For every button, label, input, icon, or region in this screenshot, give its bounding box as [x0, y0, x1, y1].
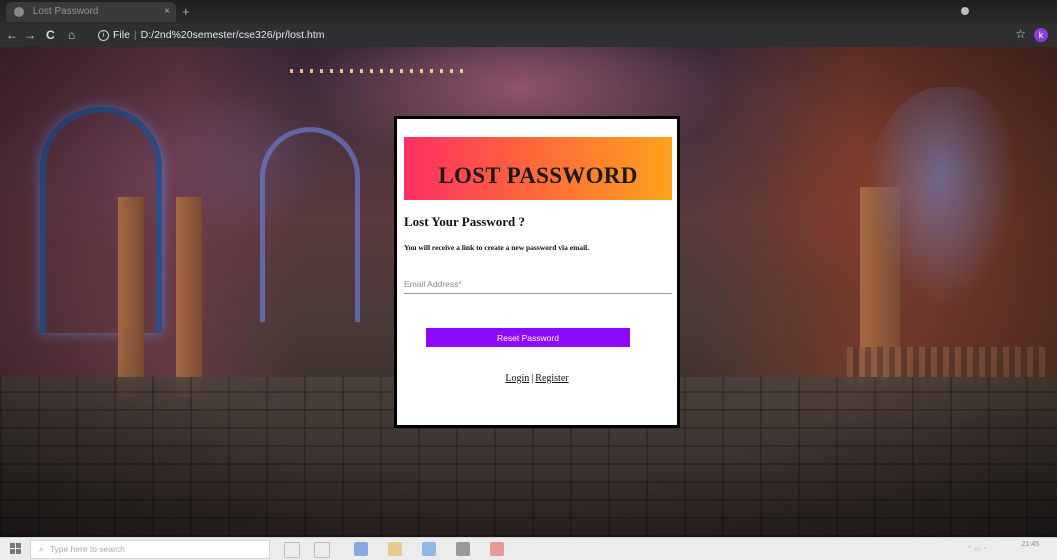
browser-window: Lost Password × + ← → C ⌂ i File | D:/2nd%2… — [0, 0, 1057, 560]
windows-start-icon[interactable] — [10, 543, 22, 555]
edge-icon[interactable] — [354, 542, 368, 556]
url-scheme-label: File — [113, 29, 130, 41]
profile-avatar[interactable]: k — [1034, 28, 1048, 42]
tab-lost-password[interactable]: Lost Password × — [6, 2, 176, 22]
chrome-icon[interactable] — [490, 542, 504, 556]
globe-icon — [14, 7, 24, 17]
search-icon: ⌕ — [39, 544, 44, 554]
store-icon[interactable] — [456, 542, 470, 556]
register-link[interactable]: Register — [535, 373, 568, 384]
link-separator: | — [531, 373, 534, 384]
system-tray-icons[interactable]: ⌃ ▭ ◔ — [966, 545, 987, 553]
taskbar-clock[interactable]: 21:45 — [1021, 540, 1039, 549]
app-icon[interactable] — [422, 542, 436, 556]
title-banner: LOST PASSWORD — [404, 137, 672, 200]
browser-toolbar: ← → C ⌂ i File | D:/2nd%20semester/cse326/p… — [0, 24, 1057, 47]
new-tab-button[interactable]: + — [182, 2, 190, 22]
home-icon[interactable]: ⌂ — [68, 28, 75, 43]
account-dot-icon — [961, 7, 969, 15]
auth-links: Login | Register — [397, 373, 677, 384]
address-bar[interactable]: i File | D:/2nd%20semester/cse326/pr/lost.h… — [92, 27, 992, 44]
clock-time: 21:45 — [1021, 541, 1039, 548]
taskbar-search-input[interactable]: ⌕ Type here to search — [30, 540, 270, 559]
info-icon[interactable]: i — [98, 29, 109, 41]
cortana-icon[interactable] — [284, 542, 300, 558]
login-link[interactable]: Login — [505, 373, 529, 384]
forward-icon[interactable]: → — [24, 28, 36, 43]
tab-title: Lost Password — [32, 6, 99, 17]
taskbar-search-placeholder: Type here to search — [49, 544, 125, 554]
url-separator: | — [133, 29, 137, 41]
bookmark-star-icon[interactable]: ☆ — [1015, 27, 1026, 41]
back-icon[interactable]: ← — [6, 28, 18, 43]
reset-password-button[interactable]: Reset Password — [426, 328, 630, 347]
lost-password-card: LOST PASSWORD Lost Your Password ? You w… — [394, 116, 680, 428]
instruction-text: You will receive a link to create a new … — [404, 243, 590, 252]
url-text: D:/2nd%20semester/cse326/pr/lost.htm — [140, 29, 325, 41]
close-icon[interactable]: × — [164, 2, 170, 22]
subheading: Lost Your Password ? — [404, 214, 525, 229]
taskbar: ⌕ Type here to search ⌃ ▭ ◔ 21:45 — [0, 537, 1057, 560]
page-title: LOST PASSWORD — [438, 163, 638, 188]
tab-bar: Lost Password × + — [0, 0, 1057, 24]
file-explorer-icon[interactable] — [388, 542, 402, 556]
reload-icon[interactable]: C — [46, 28, 55, 43]
task-view-icon[interactable] — [314, 542, 330, 558]
email-field[interactable] — [404, 275, 672, 294]
